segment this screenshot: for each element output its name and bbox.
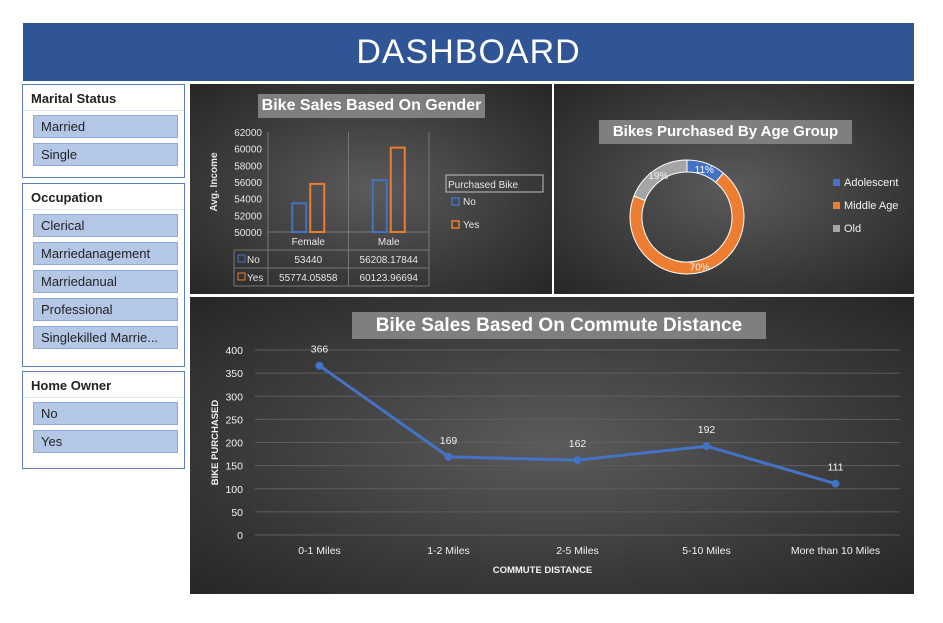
slice-label: 70% xyxy=(690,262,710,273)
bar-yes xyxy=(389,146,406,234)
y-axis-label: Avg. Income xyxy=(209,152,220,212)
table-cell: 53440 xyxy=(294,255,322,266)
slicer-item-professional[interactable]: Professional xyxy=(33,298,178,321)
x-axis-label: COMMUTE DISTANCE xyxy=(493,565,593,576)
slicer-item-single[interactable]: Single xyxy=(33,143,178,166)
legend-label: Old xyxy=(844,223,861,235)
y-tick-label: 150 xyxy=(225,461,243,473)
slicer-header: Marital Status xyxy=(23,85,184,111)
x-tick-label: 5-10 Miles xyxy=(682,545,730,557)
y-axis-label: BIKE PURCHASED xyxy=(210,400,221,486)
commute-chart-panel: Bike Sales Based On Commute Distance 400… xyxy=(190,297,914,594)
y-tick-label: 400 xyxy=(225,345,243,357)
y-tick-label: 52000 xyxy=(234,211,262,222)
y-tick-label: 54000 xyxy=(234,195,262,206)
bar-yes xyxy=(309,182,326,233)
slicer-item-yes[interactable]: Yes xyxy=(33,430,178,453)
table-cell: 60123.96694 xyxy=(360,273,419,284)
y-tick-label: 350 xyxy=(225,368,243,380)
legend-key-adolescent xyxy=(833,179,840,186)
slicer-item-clerical[interactable]: Clerical xyxy=(33,214,178,237)
y-tick-label: 200 xyxy=(225,438,243,450)
x-tick-label: Male xyxy=(378,237,400,248)
home-owner-slicer: Home Owner No Yes xyxy=(22,371,185,469)
data-point xyxy=(831,479,840,488)
legend-key-yes xyxy=(451,220,460,229)
data-label: 192 xyxy=(698,424,716,436)
slicer-item-skilled-manual[interactable]: Singlekilled Marrie... xyxy=(33,326,178,349)
x-tick-label: 1-2 Miles xyxy=(427,545,470,557)
slicer-header: Home Owner xyxy=(23,372,184,398)
y-tick-label: 58000 xyxy=(234,161,262,172)
data-label: 111 xyxy=(828,462,844,474)
data-point xyxy=(315,361,324,370)
table-row-label: No xyxy=(247,255,260,266)
table-cell: 55774.05858 xyxy=(279,273,338,284)
table-row-label: Yes xyxy=(247,273,263,284)
slicer-item-no[interactable]: No xyxy=(33,402,178,425)
slicer-header: Occupation xyxy=(23,184,184,210)
data-point xyxy=(573,456,582,465)
table-legend-key xyxy=(237,272,246,281)
y-tick-label: 250 xyxy=(225,414,243,426)
slice-label: 11% xyxy=(695,165,714,176)
data-point xyxy=(702,442,711,451)
commute-chart: 400 350 300 250 200 150 100 50 0 BIKE PURCHASED 36… xyxy=(210,344,900,576)
dashboard-title: DASHBOARD xyxy=(23,23,914,81)
y-tick-label: 100 xyxy=(225,484,243,496)
legend-key-middle-age xyxy=(833,202,840,209)
bar-no xyxy=(291,202,308,234)
slicer-item-management[interactable]: Marriedanagement xyxy=(33,242,178,265)
age-chart-panel: Bikes Purchased By Age Group 11% 70% 19% Ad… xyxy=(554,84,914,294)
x-tick-label: More than 10 Miles xyxy=(791,545,880,557)
table-cell: 56208.17844 xyxy=(360,255,419,266)
data-label: 366 xyxy=(311,344,329,356)
x-tick-label: 0-1 Miles xyxy=(298,545,341,557)
x-tick-label: 2-5 Miles xyxy=(556,545,599,557)
data-label: 169 xyxy=(440,435,458,447)
data-point xyxy=(444,452,453,461)
slicer-item-married[interactable]: Married xyxy=(33,115,178,138)
y-tick-label: 60000 xyxy=(234,145,262,156)
y-tick-label: 0 xyxy=(237,530,243,542)
y-tick-label: 50 xyxy=(231,507,243,519)
gender-chart: 62000 60000 58000 56000 54000 52000 50000 Avg. … xyxy=(209,128,544,287)
data-label: 162 xyxy=(569,438,587,450)
age-chart: 11% 70% 19% Adolescent Middle Age Old xyxy=(629,159,898,275)
legend-label: Yes xyxy=(463,220,479,231)
y-tick-label: 50000 xyxy=(234,228,262,239)
y-tick-label: 56000 xyxy=(234,178,262,189)
legend-label: Middle Age xyxy=(844,200,898,212)
table-legend-key xyxy=(237,254,246,263)
legend-label: Adolescent xyxy=(844,177,898,189)
slicer-item-manual[interactable]: Marriedanual xyxy=(33,270,178,293)
y-tick-label: 300 xyxy=(225,391,243,403)
legend-title: Purchased Bike xyxy=(448,180,518,191)
bar-no xyxy=(371,179,388,234)
occupation-slicer: Occupation Clerical Marriedanagement Mar… xyxy=(22,183,185,367)
x-tick-label: Female xyxy=(292,237,326,248)
marital-status-slicer: Marital Status Married Single xyxy=(22,84,185,178)
y-tick-label: 62000 xyxy=(234,128,262,139)
legend-label: No xyxy=(463,197,476,208)
gender-chart-panel: Bike Sales Based On Gender 62000 60000 580… xyxy=(190,84,552,294)
legend-key-old xyxy=(833,225,840,232)
slice-label: 19% xyxy=(648,171,668,182)
legend-key-no xyxy=(451,197,460,206)
